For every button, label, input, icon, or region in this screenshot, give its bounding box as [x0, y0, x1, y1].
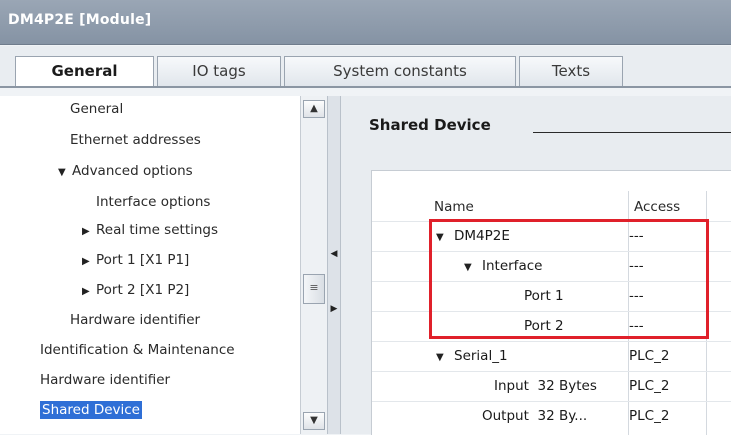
row-access: PLC_2 — [629, 378, 670, 394]
nav-item-hardware-identifier[interactable]: Hardware identifier — [40, 368, 170, 392]
nav-scrollbar[interactable]: ▲ ≡ ▼ — [300, 96, 328, 434]
table-row-input[interactable]: Input 32 Bytes PLC_2 — [372, 371, 731, 401]
nav-item-advanced-options[interactable]: ▼ Advanced options — [58, 159, 193, 183]
nav-item-general[interactable]: General — [70, 97, 123, 121]
tab-general[interactable]: General — [15, 56, 154, 88]
tab-system-constants[interactable]: System constants — [284, 56, 516, 86]
navigation-tree: General Ethernet addresses ▼ Advanced opt… — [0, 96, 300, 434]
expand-triangle-icon[interactable]: ▼ — [436, 343, 454, 371]
row-access: PLC_2 — [629, 348, 670, 364]
tab-io-tags[interactable]: IO tags — [157, 56, 281, 86]
triangle-left-icon[interactable]: ◀ — [329, 246, 339, 262]
nav-item-port-2[interactable]: ▶ Port 2 [X1 P2] — [82, 278, 189, 302]
tab-bar: General IO tags System constants Texts — [0, 46, 731, 88]
table-row-output[interactable]: Output 32 By... PLC_2 — [372, 401, 731, 431]
nav-item-ethernet-addresses[interactable]: Ethernet addresses — [70, 128, 201, 152]
nav-item-shared-device[interactable]: Shared Device — [40, 398, 142, 422]
nav-item-port-1[interactable]: ▶ Port 1 [X1 P1] — [82, 248, 189, 272]
section-title: Shared Device — [369, 116, 491, 134]
tab-texts[interactable]: Texts — [519, 56, 623, 86]
window-titlebar: DM4P2E [Module] — [0, 0, 731, 45]
collapsed-triangle-icon[interactable]: ▶ — [82, 220, 96, 244]
column-header-name[interactable]: Name — [434, 195, 474, 219]
scrollbar-thumb[interactable]: ≡ — [303, 274, 325, 304]
row-name: Input 32 Bytes — [494, 378, 597, 394]
collapsed-triangle-icon[interactable]: ▶ — [82, 280, 96, 304]
collapsed-triangle-icon[interactable]: ▶ — [82, 250, 96, 274]
column-header-access[interactable]: Access — [634, 195, 680, 219]
window-title: DM4P2E [Module] — [8, 12, 152, 28]
nav-item-interface-options[interactable]: Interface options — [96, 190, 210, 214]
nav-item-identification-maintenance[interactable]: Identification & Maintenance — [40, 338, 235, 362]
triangle-right-icon[interactable]: ▶ — [329, 301, 339, 317]
row-name: ▼ Serial_1 — [436, 342, 508, 371]
row-name: Output 32 By... — [482, 408, 588, 424]
expand-triangle-icon[interactable]: ▼ — [58, 161, 72, 185]
chevron-down-icon[interactable]: ▼ — [303, 412, 325, 430]
nav-item-hardware-identifier-sub[interactable]: Hardware identifier — [70, 308, 200, 332]
section-divider — [533, 132, 731, 133]
chevron-up-icon[interactable]: ▲ — [303, 100, 325, 118]
row-access: PLC_2 — [629, 408, 670, 424]
red-highlight-box — [429, 219, 709, 339]
table-row-serial-1[interactable]: ▼ Serial_1 PLC_2 — [372, 341, 731, 371]
tab-baseline — [0, 86, 731, 88]
nav-item-real-time-settings[interactable]: ▶ Real time settings — [82, 218, 218, 242]
panel-splitter[interactable]: ◀ ▶ — [327, 96, 341, 434]
